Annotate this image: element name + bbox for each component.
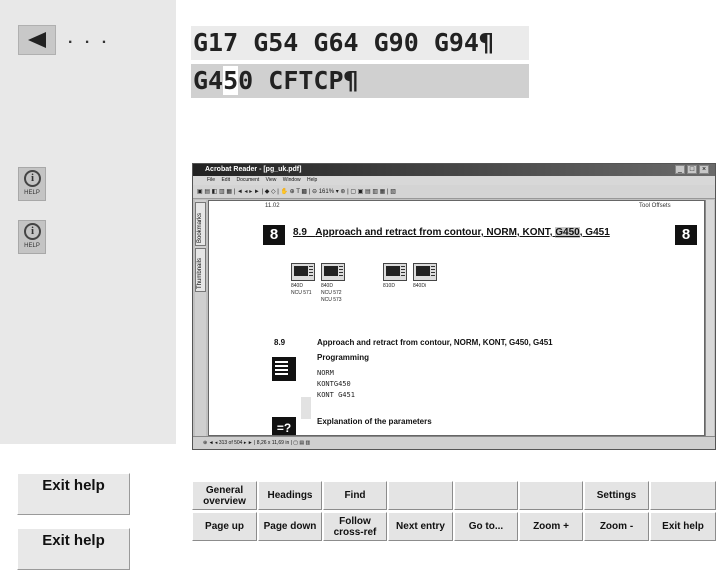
chapter-box: 8: [263, 225, 285, 245]
help-info-button[interactable]: i HELP: [18, 167, 46, 201]
gcode-line-2[interactable]: G450 CFTCP¶: [191, 64, 529, 98]
tab-label: Bookmarks: [197, 212, 203, 243]
help-info-button[interactable]: i HELP: [18, 220, 46, 254]
chapter-box: 8: [675, 225, 697, 245]
acrobat-reader-window: Acrobat Reader - [pg_uk.pdf] _ □ × File …: [192, 163, 716, 450]
close-icon[interactable]: ×: [699, 165, 709, 174]
left-triangle-icon: [28, 32, 46, 48]
control-label: 810D: [383, 283, 395, 289]
softkey-settings[interactable]: Settings: [584, 481, 649, 510]
status-bar: ⊕ ◄ ◂ 313 of 504 ▸ ► | 8,26 x 11,69 in |…: [193, 436, 715, 449]
menu-bar: File Edit Document View Window Help: [193, 176, 715, 185]
exit-help-button[interactable]: Exit help: [17, 473, 130, 515]
help-icon-label: HELP: [24, 190, 40, 196]
softkey-follow-cross-ref[interactable]: Follow cross-ref: [323, 512, 387, 541]
menu-edit[interactable]: Edit: [221, 177, 230, 183]
explanation-icon: =?: [272, 417, 296, 435]
page-size: 8,26 x 11,69 in: [256, 440, 290, 446]
code-line: NORM: [317, 369, 334, 377]
softkey-empty[interactable]: [454, 481, 518, 510]
page-title: 8.9 Approach and retract from contour, N…: [293, 227, 610, 238]
control-label: 840D NCU 572 NCU 573: [321, 283, 342, 303]
search-highlight: G450: [555, 227, 580, 238]
toolbar-icons[interactable]: ▣ ▤ ◧ ▥ ▦ | ◄ ◂ ▸ ► | ◆ ◇ | ✋ ⊕ T ▩ | ⊖: [197, 189, 319, 195]
code-line: KONTG450: [317, 380, 351, 388]
menu-view[interactable]: View: [266, 177, 277, 183]
margin-bar: [301, 397, 311, 419]
softkey-empty[interactable]: [519, 481, 583, 510]
ellipsis-indicator: . . .: [68, 30, 111, 47]
gcode-text: 0 CFTCP¶: [238, 66, 359, 95]
control-810d-icon: [383, 263, 407, 281]
programming-icon: [272, 357, 296, 381]
gcode-text: G4: [193, 66, 224, 95]
page-nav-icons[interactable]: ⊕ ◄ ◂: [203, 440, 219, 446]
softkey-find[interactable]: Find: [323, 481, 387, 510]
back-button[interactable]: [18, 25, 56, 55]
softkey-exit-help[interactable]: Exit help: [650, 512, 716, 541]
page-header-left: 11.02: [265, 203, 280, 209]
navigation-tabs: Bookmarks Thumbnails: [195, 200, 206, 436]
softkey-go-to[interactable]: Go to...: [454, 512, 518, 541]
gcode-line-1: G17 G54 G64 G90 G94¶: [191, 26, 529, 60]
softkey-empty[interactable]: [388, 481, 453, 510]
softkey-headings[interactable]: Headings: [258, 481, 322, 510]
window-title: Acrobat Reader - [pg_uk.pdf]: [193, 164, 715, 176]
tab-bookmarks[interactable]: Bookmarks: [195, 202, 206, 246]
toolbar-icons-2[interactable]: ▾ ⊛ | ▢ ▣ ▤ ▥ ▦ | ▧: [334, 189, 396, 195]
softkey-page-down[interactable]: Page down: [258, 512, 322, 541]
page-header-right: Tool Offsets: [639, 203, 671, 209]
code-line: KONT G451: [317, 391, 355, 399]
softkey-zoom-in[interactable]: Zoom +: [519, 512, 583, 541]
softkey-next-entry[interactable]: Next entry: [388, 512, 453, 541]
control-840di-icon: [413, 263, 437, 281]
minimize-icon[interactable]: _: [675, 165, 685, 174]
page-count[interactable]: 313 of 504: [219, 440, 243, 446]
menu-help[interactable]: Help: [307, 177, 317, 183]
section-heading-number: 8.9: [274, 338, 286, 347]
menu-document[interactable]: Document: [236, 177, 259, 183]
control-label: 840Di: [413, 283, 427, 289]
explanation-label: Explanation of the parameters: [317, 417, 432, 426]
title-text: , G451: [579, 227, 610, 238]
info-icon: i: [24, 223, 41, 240]
view-icons[interactable]: | ▢ ▤ ▥: [289, 440, 311, 446]
softkey-empty[interactable]: [650, 481, 716, 510]
control-840d-icon: [321, 263, 345, 281]
section-number: 8.9: [293, 227, 307, 238]
softkey-page-up[interactable]: Page up: [192, 512, 257, 541]
help-icon-label: HELP: [24, 243, 40, 249]
document-page: 11.02 Tool Offsets 8 8 8.9 Approach and …: [208, 200, 705, 436]
programming-label: Programming: [317, 353, 370, 362]
tab-label: Thumbnails: [197, 257, 203, 289]
vertical-scrollbar[interactable]: [705, 200, 714, 436]
menu-file[interactable]: File: [207, 177, 215, 183]
tab-thumbnails[interactable]: Thumbnails: [195, 248, 206, 292]
control-840d-icon: [291, 263, 315, 281]
title-text: Approach and retract from contour, NORM,…: [315, 227, 556, 238]
softkey-zoom-out[interactable]: Zoom -: [584, 512, 649, 541]
menu-window[interactable]: Window: [283, 177, 301, 183]
text-cursor: 5: [223, 66, 239, 95]
softkey-general-overview[interactable]: General overview: [192, 481, 257, 510]
control-label: 840D NCU 571: [291, 283, 312, 296]
info-icon: i: [24, 170, 41, 187]
zoom-level[interactable]: 161%: [319, 189, 334, 195]
page-nav-icons[interactable]: ▸ ► |: [242, 440, 256, 446]
exit-help-button[interactable]: Exit help: [17, 528, 130, 570]
toolbar: ▣ ▤ ◧ ▥ ▦ | ◄ ◂ ▸ ► | ◆ ◇ | ✋ ⊕ T ▩ | ⊖ …: [193, 185, 715, 199]
section-heading: Approach and retract from contour, NORM,…: [317, 338, 553, 347]
maximize-icon[interactable]: □: [687, 165, 697, 174]
